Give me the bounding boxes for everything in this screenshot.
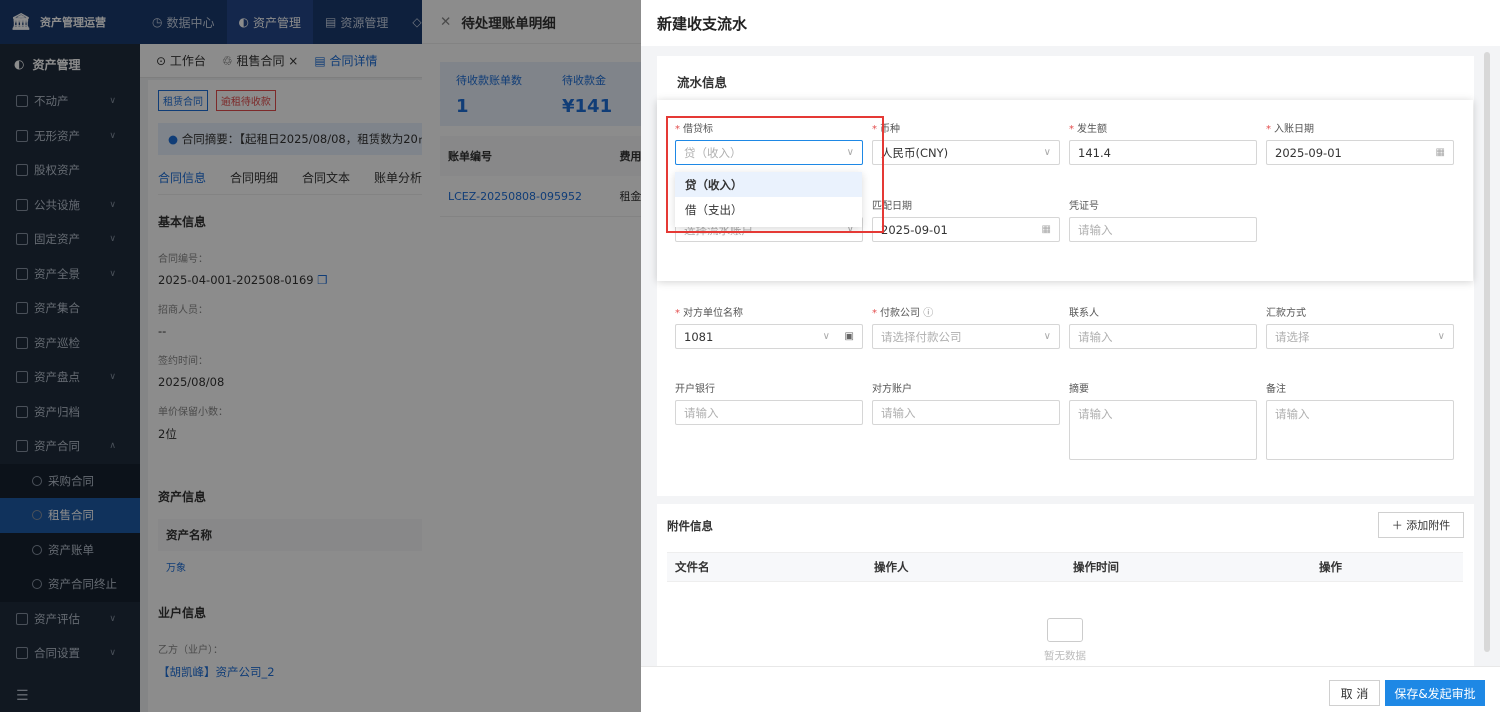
attachment-table: 文件名 操作人 操作时间 操作 (667, 552, 1463, 582)
amount-input[interactable]: 141.4 (1069, 140, 1257, 165)
chevron-down-icon: ∨ (846, 147, 854, 158)
drawer-title: 新建收支流水 (641, 0, 1500, 46)
note-field: 备注 请输入 (1266, 380, 1454, 460)
help-icon[interactable]: ⓘ (923, 308, 933, 319)
summary-field: 摘要 请输入 (1069, 380, 1257, 460)
option-credit-income[interactable]: 贷（收入） (675, 172, 862, 197)
remit-field: 汇款方式 请选择 ∨ (1266, 304, 1454, 349)
voucher-field: 凭证号 请输入 (1069, 197, 1257, 242)
calendar-icon: ▦ (1435, 147, 1445, 158)
add-attachment-button[interactable]: ＋ 添加附件 (1378, 512, 1464, 538)
empty-box-icon (1047, 618, 1083, 642)
chevron-down-icon: ∨ (1043, 331, 1051, 342)
clipboard-icon[interactable]: ▣ (845, 331, 854, 342)
amount-field: * 发生额 141.4 (1069, 120, 1257, 165)
attachment-table-header: 文件名 操作人 操作时间 操作 (667, 552, 1463, 582)
opp-account-input[interactable]: 请输入 (872, 400, 1060, 425)
chevron-down-icon: ∨ (822, 331, 830, 342)
opp-account-field: 对方账户 请输入 (872, 380, 1060, 425)
note-textarea[interactable]: 请输入 (1266, 400, 1454, 460)
party-field: * 对方单位名称 1081 ∨ ▣ (675, 304, 863, 349)
debit-credit-select[interactable]: 贷（收入） ∨ (675, 140, 863, 165)
flow-info-title: 流水信息 (677, 75, 728, 90)
match-date-field: 匹配日期 2025-09-01 ▦ (872, 197, 1060, 242)
post-date-picker[interactable]: 2025-09-01 ▦ (1266, 140, 1454, 165)
col-operator: 操作人 (874, 560, 909, 574)
cancel-button[interactable]: 取 消 (1329, 680, 1380, 706)
attachment-card: 附件信息 ＋ 添加附件 文件名 操作人 操作时间 操作 暂无数据 (657, 504, 1474, 668)
remit-select[interactable]: 请选择 ∨ (1266, 324, 1454, 349)
drawer-scrollbar[interactable] (1484, 52, 1490, 652)
summary-textarea[interactable]: 请输入 (1069, 400, 1257, 460)
match-date-picker[interactable]: 2025-09-01 ▦ (872, 217, 1060, 242)
calendar-icon: ▦ (1041, 224, 1051, 235)
contact-field: 联系人 请输入 (1069, 304, 1257, 349)
chevron-down-icon: ∨ (1043, 147, 1051, 158)
empty-text: 暂无数据 (1044, 650, 1086, 662)
voucher-input[interactable]: 请输入 (1069, 217, 1257, 242)
party-select[interactable]: 1081 ∨ ▣ (675, 324, 863, 349)
currency-select[interactable]: 人民币(CNY) ∨ (872, 140, 1060, 165)
col-filename: 文件名 (675, 560, 710, 574)
chevron-down-icon: ∨ (1437, 331, 1445, 342)
attachment-title: 附件信息 (667, 519, 713, 533)
bank-field: 开户银行 请输入 (675, 380, 863, 425)
modal-mask[interactable] (0, 0, 641, 712)
debit-credit-dropdown: 贷（收入） 借（支出） (675, 172, 862, 227)
col-action: 操作 (1319, 560, 1342, 574)
payco-field: * 付款公司 ⓘ 请选择付款公司 ∨ (872, 304, 1060, 349)
debit-credit-field: * 借贷标 贷（收入） ∨ (675, 120, 863, 165)
col-op-time: 操作时间 (1073, 560, 1119, 574)
contact-input[interactable]: 请输入 (1069, 324, 1257, 349)
app-root: 🏛 资产管理运营 ◐ 资产管理 不动产 ∨ 无形资产 ∨ 股权资产 公共设施 ∨ 固定… (0, 0, 1500, 712)
option-debit-expense[interactable]: 借（支出） (675, 197, 862, 222)
bank-input[interactable]: 请输入 (675, 400, 863, 425)
currency-field: * 币种 人民币(CNY) ∨ (872, 120, 1060, 165)
save-submit-button[interactable]: 保存&发起审批 (1385, 680, 1485, 706)
post-date-field: * 入账日期 2025-09-01 ▦ (1266, 120, 1454, 165)
payco-select[interactable]: 请选择付款公司 ∨ (872, 324, 1060, 349)
attachment-empty: 暂无数据 (667, 582, 1463, 668)
